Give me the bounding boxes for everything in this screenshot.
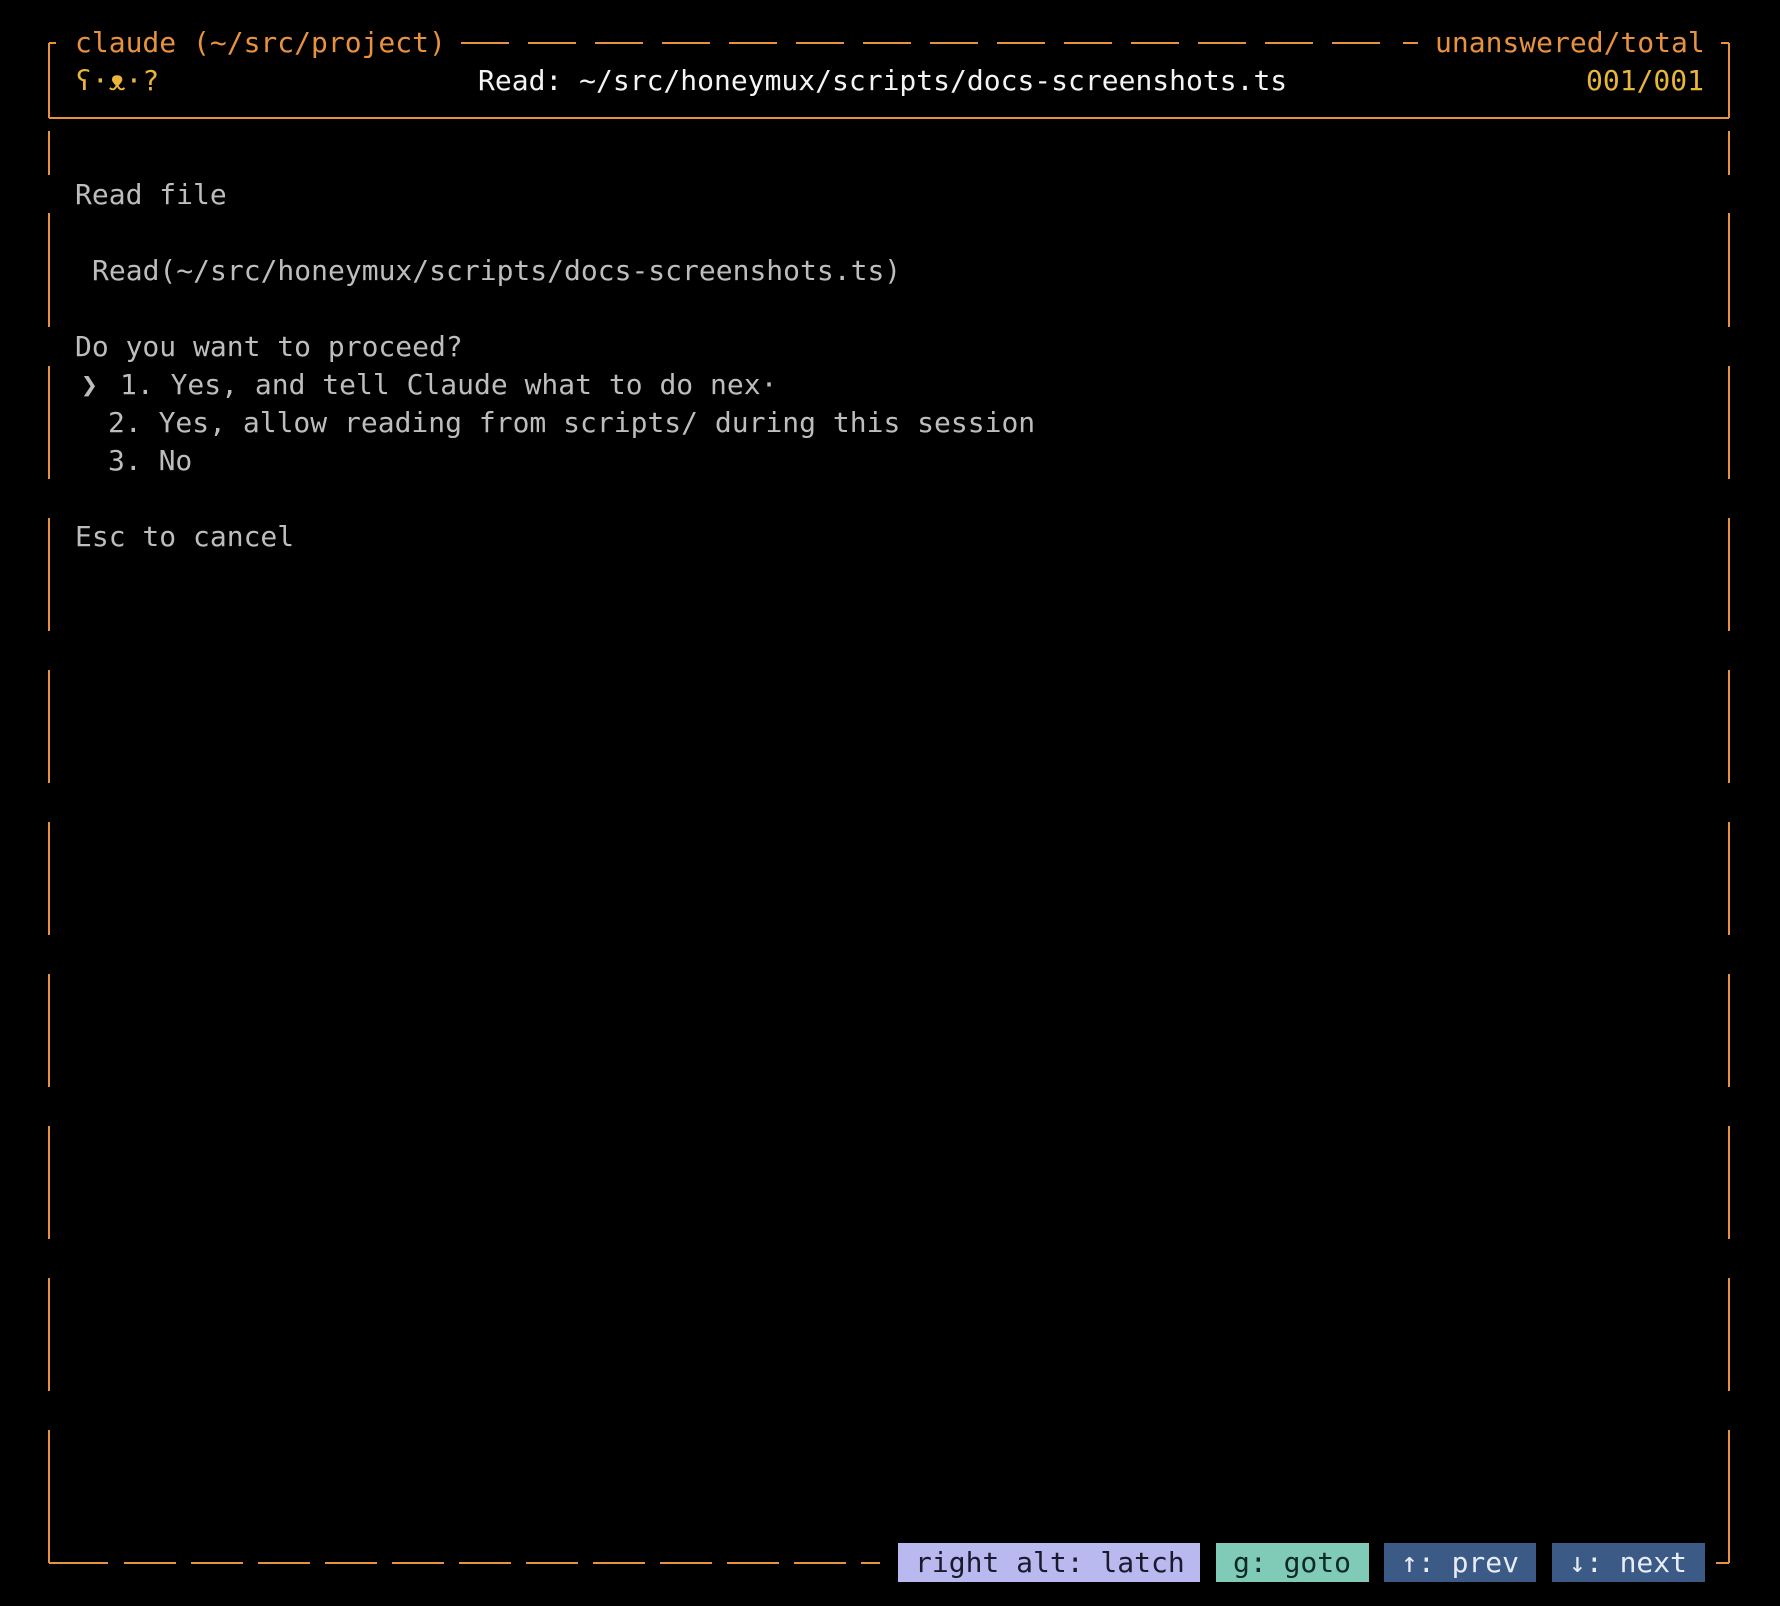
pane-frame xyxy=(48,42,1730,1564)
goto-button[interactable]: g: goto xyxy=(1216,1543,1369,1582)
pane-title: Read: ~/src/honeymux/scripts/docs-screen… xyxy=(478,64,1288,97)
option-2[interactable]: 2. Yes, allow reading from scripts/ duri… xyxy=(108,404,1035,442)
next-button[interactable]: ↓: next xyxy=(1552,1543,1705,1582)
mascot-icon: ʕ·ᴥ·? xyxy=(75,64,160,97)
latch-button[interactable]: right alt: latch xyxy=(898,1543,1200,1582)
cancel-hint: Esc to cancel xyxy=(75,520,295,553)
option-1[interactable]: 1. Yes, and tell Claude what to do nex· xyxy=(120,366,777,404)
counter-value: 001/001 xyxy=(1586,64,1705,97)
prompt-heading: Read file xyxy=(75,178,227,211)
selection-cursor-icon: ❯ xyxy=(81,368,98,401)
session-label: claude (~/src/project) xyxy=(75,26,446,59)
option-3[interactable]: 3. No xyxy=(108,442,192,480)
prompt-question: Do you want to proceed? xyxy=(75,330,463,363)
prev-button[interactable]: ↑: prev xyxy=(1384,1543,1536,1582)
counter-label: unanswered/total xyxy=(1435,26,1705,59)
prompt-command: Read(~/src/honeymux/scripts/docs-screens… xyxy=(92,254,902,287)
